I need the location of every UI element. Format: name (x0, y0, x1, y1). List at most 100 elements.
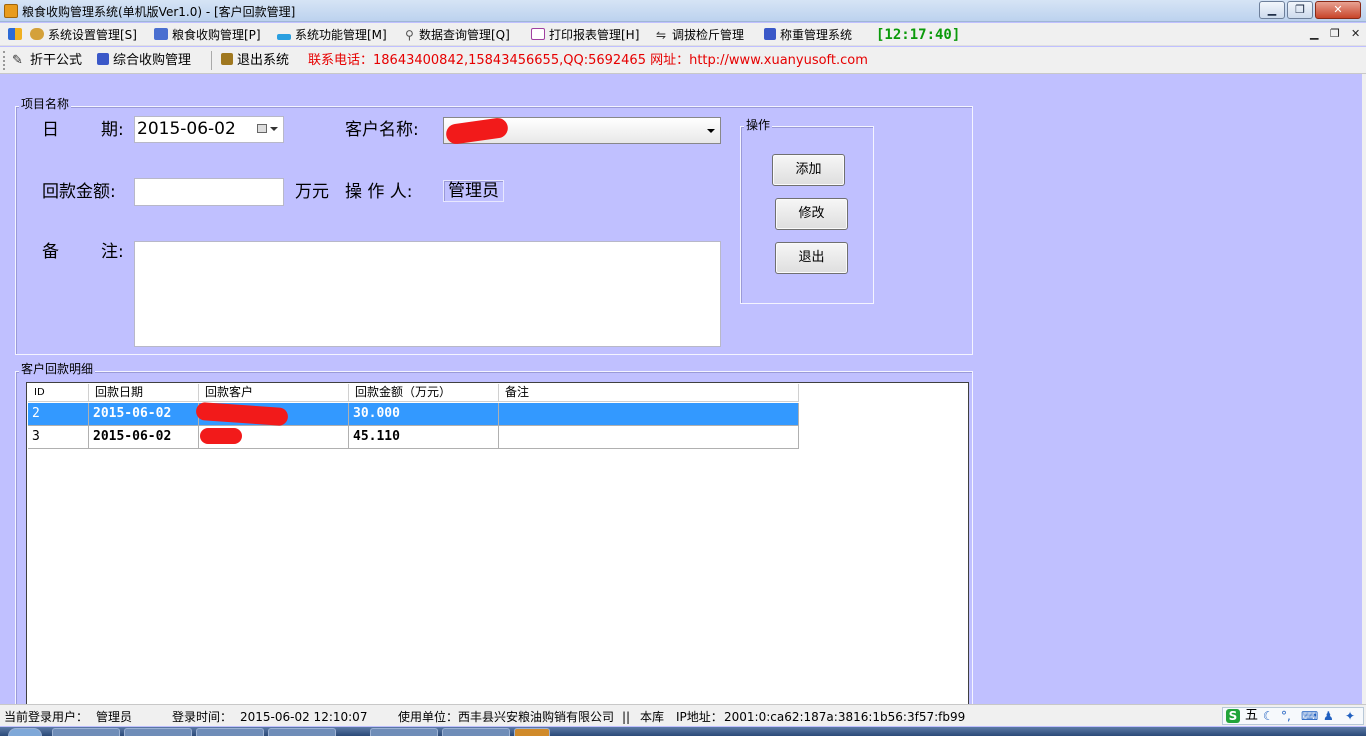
status-company-value: 西丰县兴安粮油购销有限公司 (458, 710, 615, 724)
moon-icon[interactable]: ☾ (1263, 709, 1274, 723)
date-label-1: 日 (42, 120, 59, 140)
menu-system-functions[interactable]: 系统功能管理[M] (277, 26, 387, 44)
mdi-minimize-icon[interactable]: ▁ (1310, 27, 1318, 40)
status-ip-label: IP地址： (676, 710, 723, 724)
remark-textarea[interactable] (134, 241, 721, 347)
restore-icon[interactable]: ❐ (1287, 1, 1313, 19)
operator-label: 操 作 人: (345, 182, 413, 202)
status-ip-value: 2001:0:ca62:187a:3816:1b56:3f57:fb99 (724, 710, 966, 724)
column-header[interactable]: 回款金额（万元） (349, 384, 499, 402)
date-value: 2015-06-02 (137, 119, 236, 139)
taskbar-item[interactable] (514, 728, 550, 736)
cell-amount: 30.000 (349, 403, 499, 426)
cell-date: 2015-06-02 (89, 426, 199, 449)
toolbar: ✎ 折干公式 综合收购管理 退出系统 联系电话：18643400842,15843… (0, 47, 1366, 74)
menu-print-reports[interactable]: 打印报表管理[H] (531, 26, 639, 44)
details-group-title: 客户回款明细 (19, 362, 96, 376)
punctuation-icon[interactable]: °, (1281, 709, 1291, 723)
status-separator: || (622, 710, 631, 724)
cell-remark (499, 426, 799, 449)
project-group-title: 项目名称 (19, 97, 72, 111)
column-header[interactable]: 回款日期 (89, 384, 199, 402)
edit-icon: ✎ (12, 53, 23, 68)
add-button[interactable]: 添加 (772, 154, 845, 186)
tool-exit-system[interactable]: 退出系统 (221, 52, 289, 69)
mdi-window-icon[interactable] (8, 26, 26, 44)
taskbar-item[interactable] (370, 728, 438, 736)
status-bar: 当前登录用户： 管理员 登录时间： 2015-06-02 12:10:07 使用… (0, 704, 1366, 726)
keyboard-icon[interactable]: ⌨ (1301, 709, 1318, 723)
app-icon (4, 4, 18, 18)
taskbar-item[interactable] (52, 728, 120, 736)
contact-info: 联系电话：18643400842,15843456655,QQ:5692465 … (308, 53, 868, 68)
user-icon[interactable]: ♟ (1323, 709, 1334, 723)
status-login-label: 登录时间： (172, 710, 233, 724)
status-user-label: 当前登录用户： (4, 710, 89, 724)
payment-grid[interactable]: ID 回款日期 回款客户 回款金额（万元） 备注 2 2015-06-02 30… (26, 382, 969, 712)
redaction-mark (200, 428, 242, 444)
ime-logo-icon: S (1226, 709, 1240, 723)
ime-mode[interactable]: 五 (1245, 709, 1258, 723)
status-user-value: 管理员 (96, 710, 133, 724)
toolbar-separator (211, 51, 212, 70)
modify-button[interactable]: 修改 (775, 198, 848, 230)
mdi-close-icon[interactable]: ✕ (1351, 27, 1360, 40)
unit-label: 万元 (295, 182, 329, 202)
column-header[interactable]: ID (28, 384, 89, 402)
menu-data-query[interactable]: ⚲ 数据查询管理[Q] (405, 26, 510, 44)
chevron-down-icon[interactable] (270, 127, 278, 131)
cell-amount: 45.110 (349, 426, 499, 449)
taskbar-item[interactable] (442, 728, 510, 736)
cell-id: 2 (28, 403, 89, 426)
window-title: 粮食收购管理系统(单机版Ver1.0) - [客户回款管理] (22, 5, 296, 19)
report-icon (531, 28, 545, 40)
exit-button[interactable]: 退出 (775, 242, 848, 274)
table-row[interactable]: 2 2015-06-02 30.000 (28, 403, 799, 426)
taskbar (0, 727, 1366, 736)
check-icon (154, 28, 168, 40)
tool-comprehensive-purchase[interactable]: 综合收购管理 (97, 52, 191, 69)
ime-toolbar[interactable]: S 五 ☾ °, ⌨ ♟ ✦ (1222, 707, 1364, 725)
date-label-2: 期: (101, 120, 124, 140)
menu-transfer-weighing[interactable]: ⇋ 调拔检斤管理 (656, 26, 744, 44)
status-login-value: 2015-06-02 12:10:07 (240, 710, 368, 724)
tool-drying-formula[interactable]: ✎ 折干公式 (12, 52, 82, 69)
column-header[interactable]: 回款客户 (199, 384, 349, 402)
function-icon (277, 34, 291, 40)
search-icon: ⚲ (405, 28, 414, 42)
settings-icon[interactable]: ✦ (1345, 709, 1355, 723)
amount-label: 回款金额: (42, 182, 116, 202)
menu-bar: 系统设置管理[S] 粮食收购管理[P] 系统功能管理[M] ⚲ 数据查询管理[Q]… (0, 23, 1366, 46)
column-header[interactable]: 备注 (499, 384, 799, 402)
actions-group-title: 操作 (744, 118, 773, 132)
users-icon (30, 28, 44, 40)
date-picker[interactable]: 2015-06-02 (134, 116, 284, 143)
table-row[interactable]: 3 2015-06-02 45.110 (28, 426, 799, 449)
mdi-restore-icon[interactable]: ❐ (1330, 27, 1340, 40)
remark-label-2: 注: (101, 242, 124, 262)
remark-label-1: 备 (42, 242, 59, 262)
taskbar-item[interactable] (268, 728, 336, 736)
transfer-icon: ⇋ (656, 28, 667, 42)
cell-remark (499, 403, 799, 426)
start-icon[interactable] (8, 728, 42, 736)
toolbar-grip (3, 51, 6, 70)
calendar-icon[interactable] (257, 124, 267, 133)
amount-input[interactable] (134, 178, 284, 206)
cell-id: 3 (28, 426, 89, 449)
customer-label: 客户名称: (345, 120, 419, 140)
menu-weighing-system[interactable]: 称重管理系统 (764, 26, 852, 44)
close-icon[interactable]: ✕ (1315, 1, 1361, 19)
chevron-down-icon[interactable] (707, 129, 715, 133)
taskbar-item[interactable] (124, 728, 192, 736)
clock: [12:17:40] (876, 27, 961, 43)
taskbar-item[interactable] (196, 728, 264, 736)
menu-system-settings[interactable]: 系统设置管理[S] (30, 26, 137, 44)
minimize-icon[interactable]: ▁ (1259, 1, 1285, 19)
title-bar: 粮食收购管理系统(单机版Ver1.0) - [客户回款管理] ▁ ❐ ✕ (0, 0, 1366, 22)
status-db: 本库 (640, 710, 665, 724)
cell-date: 2015-06-02 (89, 403, 199, 426)
purchase-icon (97, 53, 109, 65)
menu-grain-purchase[interactable]: 粮食收购管理[P] (154, 26, 261, 44)
exit-icon (221, 53, 233, 65)
